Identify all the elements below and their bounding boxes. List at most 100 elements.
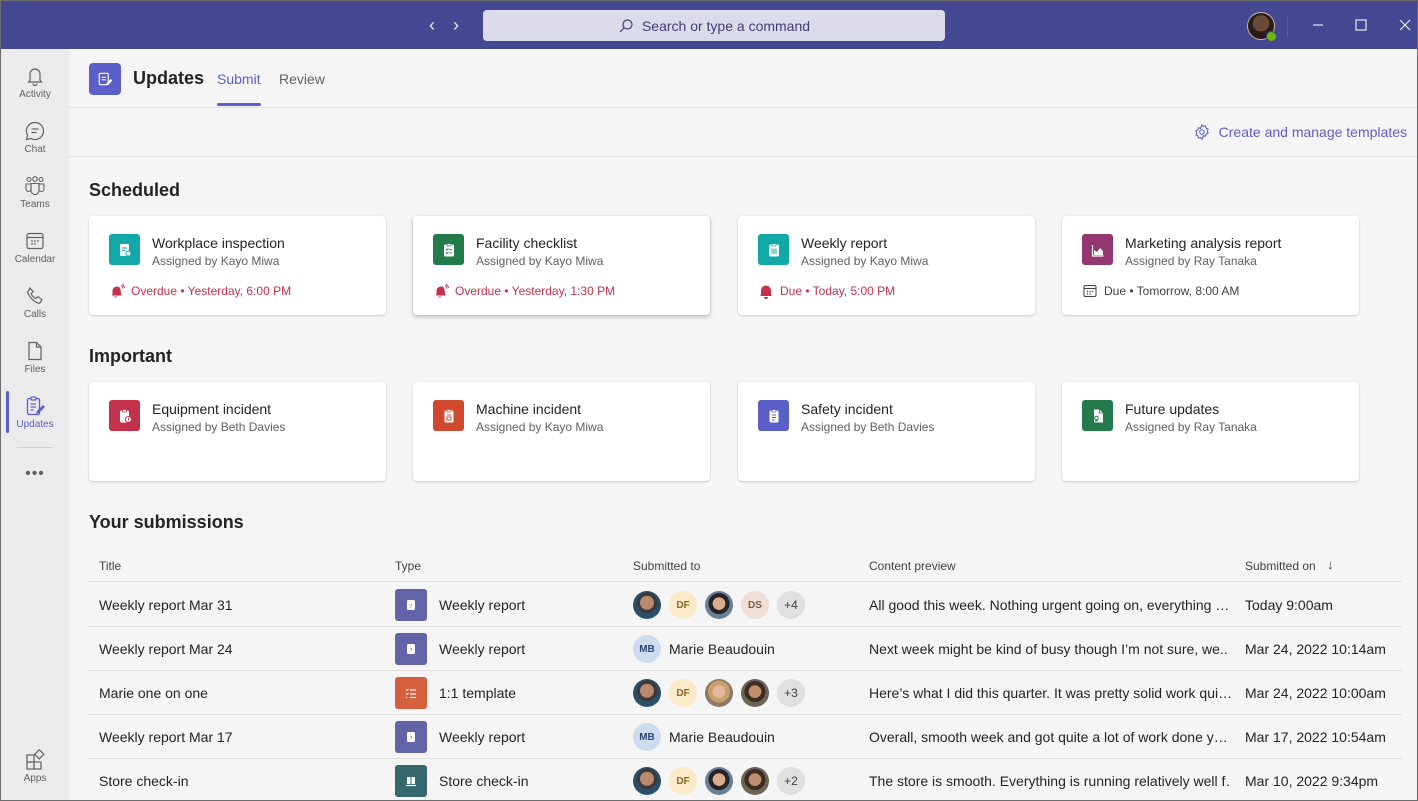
rail-item-calls[interactable]: Calls bbox=[1, 275, 69, 329]
tab-review[interactable]: Review bbox=[279, 71, 325, 87]
bell-icon bbox=[760, 285, 772, 299]
recipient-avatar[interactable]: MB bbox=[633, 723, 661, 751]
section-title-scheduled: Scheduled bbox=[89, 180, 181, 200]
content-preview: The store is smooth. Everything is runni… bbox=[869, 773, 1231, 789]
svg-text:7: 7 bbox=[410, 648, 413, 654]
submitted-on: Mar 24, 2022 10:14am bbox=[1245, 641, 1386, 657]
card-assigned: Assigned by Beth Davies bbox=[152, 420, 286, 434]
updates-app-icon bbox=[89, 63, 121, 95]
table-row[interactable]: Weekly report Mar 24 7 Weekly report MB … bbox=[89, 627, 1402, 671]
maximize-button[interactable] bbox=[1349, 13, 1373, 37]
recipient-avatar[interactable] bbox=[705, 679, 733, 707]
gear-icon bbox=[1194, 123, 1209, 141]
close-button[interactable] bbox=[1393, 13, 1417, 37]
more-recipients-badge[interactable]: +4 bbox=[777, 591, 805, 619]
tab-submit[interactable]: Submit bbox=[217, 71, 261, 106]
recipient-avatar[interactable] bbox=[741, 767, 769, 795]
scheduled-card[interactable]: Weekly report Assigned by Kayo Miwa Due … bbox=[738, 216, 1035, 315]
forward-button[interactable]: › bbox=[449, 13, 463, 37]
chat-icon bbox=[25, 121, 45, 140]
column-header-title[interactable]: Title bbox=[99, 559, 121, 573]
submission-type: Store check-in bbox=[439, 773, 529, 789]
recipient-avatar[interactable]: DS bbox=[741, 591, 769, 619]
important-card[interactable]: Safety incident Assigned by Beth Davies bbox=[738, 382, 1035, 481]
recipient-avatar[interactable] bbox=[705, 767, 733, 795]
card-title: Future updates bbox=[1125, 401, 1220, 417]
rail-item-updates[interactable]: Updates bbox=[1, 385, 69, 439]
recipient-avatar[interactable] bbox=[741, 679, 769, 707]
recipient-avatar[interactable] bbox=[633, 679, 661, 707]
rail-item-apps[interactable]: Apps bbox=[1, 739, 69, 793]
column-header-submitted-on[interactable]: Submitted on bbox=[1245, 559, 1316, 573]
important-card[interactable]: Future updates Assigned by Ray Tanaka bbox=[1062, 382, 1359, 481]
card-due-status: Due • Tomorrow, 8:00 AM bbox=[1082, 283, 1239, 299]
more-recipients-badge[interactable]: +3 bbox=[777, 679, 805, 707]
rail-label: Updates bbox=[16, 418, 54, 430]
submission-title: Marie one on one bbox=[99, 685, 208, 701]
recipient-avatar[interactable] bbox=[633, 591, 661, 619]
rail-item-chat[interactable]: Chat bbox=[1, 110, 69, 164]
close-icon bbox=[1399, 19, 1411, 31]
search-input[interactable]: Search or type a command bbox=[483, 10, 945, 41]
submission-title: Weekly report Mar 17 bbox=[99, 729, 233, 745]
card-assigned: Assigned by Kayo Miwa bbox=[152, 254, 280, 268]
minimize-button[interactable] bbox=[1306, 13, 1330, 37]
rail-item-teams[interactable]: Teams bbox=[1, 165, 69, 219]
column-header-content-preview[interactable]: Content preview bbox=[869, 559, 956, 573]
table-row[interactable]: Store check-in Store check-in DF +2 The … bbox=[89, 759, 1402, 800]
column-header-type[interactable]: Type bbox=[395, 559, 421, 573]
column-header-submitted-to[interactable]: Submitted to bbox=[633, 559, 700, 573]
card-title: Machine incident bbox=[476, 401, 582, 417]
clipboard-icon bbox=[758, 400, 789, 431]
card-due-text: Due • Tomorrow, 8:00 AM bbox=[1104, 284, 1240, 298]
scheduled-card[interactable]: Facility checklist Assigned by Kayo Miwa… bbox=[413, 216, 710, 315]
chart-icon bbox=[1082, 234, 1113, 265]
rail-item-activity[interactable]: Activity bbox=[1, 55, 69, 109]
recipients: DF +2 bbox=[633, 767, 805, 795]
checklist-icon bbox=[433, 234, 464, 265]
rail-label: Calendar bbox=[14, 253, 56, 265]
recipient-avatar[interactable]: DF bbox=[669, 679, 697, 707]
app-rail: Activity Chat Teams Calendar Calls Files… bbox=[1, 49, 69, 800]
sort-descending-icon[interactable]: ↓ bbox=[1327, 557, 1334, 572]
scheduled-card[interactable]: Workplace inspection Assigned by Kayo Mi… bbox=[89, 216, 386, 315]
table-row[interactable]: Weekly report Mar 31 7 Weekly report DF … bbox=[89, 583, 1402, 627]
back-button[interactable]: ‹ bbox=[425, 13, 439, 37]
recipient-avatar[interactable]: DF bbox=[669, 591, 697, 619]
rail-label: Chat bbox=[24, 143, 46, 155]
teams-window: ‹ › Search or type a command Activity Ch… bbox=[0, 0, 1418, 801]
section-title-submissions: Your submissions bbox=[89, 512, 244, 532]
rail-item-calendar[interactable]: Calendar bbox=[1, 220, 69, 274]
card-title: Weekly report bbox=[801, 235, 888, 251]
incident-icon bbox=[109, 400, 140, 431]
card-assigned: Assigned by Kayo Miwa bbox=[476, 420, 604, 434]
recipient-avatar[interactable] bbox=[633, 767, 661, 795]
apps-icon bbox=[26, 748, 45, 770]
more-recipients-badge[interactable]: +2 bbox=[777, 767, 805, 795]
recipient-avatar[interactable]: DF bbox=[669, 767, 697, 795]
machine-icon bbox=[433, 400, 464, 431]
more-apps-button[interactable]: ••• bbox=[1, 465, 69, 483]
user-avatar[interactable] bbox=[1247, 12, 1277, 42]
recipient-avatar[interactable] bbox=[705, 591, 733, 619]
templates-link-label: Create and manage templates bbox=[1218, 124, 1407, 140]
card-assigned: Assigned by Ray Tanaka bbox=[1125, 254, 1257, 268]
maximize-icon bbox=[1355, 19, 1367, 31]
recipient-avatar[interactable]: MB bbox=[633, 635, 661, 663]
important-card[interactable]: Equipment incident Assigned by Beth Davi… bbox=[89, 382, 386, 481]
table-row[interactable]: Marie one on one 1:1 template DF +3 Here… bbox=[89, 671, 1402, 715]
create-manage-templates-link[interactable]: Create and manage templates bbox=[1193, 123, 1407, 141]
submitted-on: Mar 10, 2022 9:34pm bbox=[1245, 773, 1379, 789]
important-card[interactable]: Machine incident Assigned by Kayo Miwa bbox=[413, 382, 710, 481]
table-row[interactable]: Weekly report Mar 17 7 Weekly report MB … bbox=[89, 715, 1402, 759]
title-bar: ‹ › Search or type a command bbox=[1, 1, 1417, 49]
scheduled-card[interactable]: Marketing analysis report Assigned by Ra… bbox=[1062, 216, 1359, 315]
rail-label: Teams bbox=[20, 198, 50, 210]
calendar-icon bbox=[1083, 285, 1097, 297]
search-icon bbox=[619, 18, 633, 32]
checklist-template-icon bbox=[395, 677, 427, 709]
weekly-report-icon: 7 bbox=[395, 633, 427, 665]
submission-type: Weekly report bbox=[439, 729, 526, 745]
submitted-on: Today 9:00am bbox=[1245, 597, 1333, 613]
rail-item-files[interactable]: Files bbox=[1, 330, 69, 384]
